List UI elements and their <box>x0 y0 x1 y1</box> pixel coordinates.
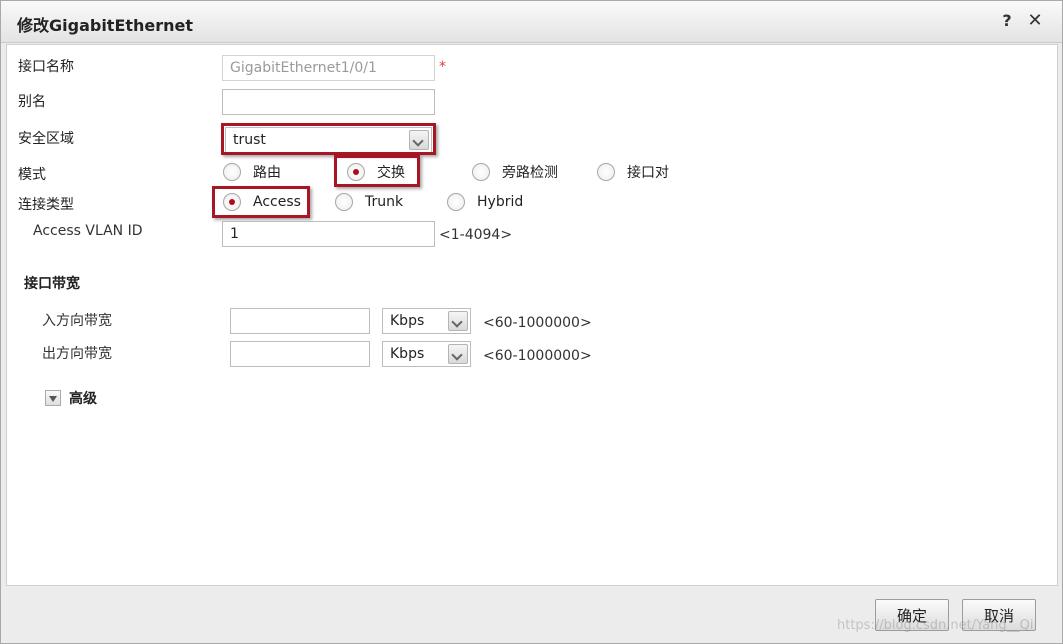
mode-switch-label: 交换 <box>377 165 405 181</box>
access-vlan-label: Access VLAN ID <box>33 223 143 239</box>
link-type-radio-hybrid[interactable]: Hybrid <box>447 192 523 212</box>
help-icon[interactable]: ? <box>997 11 1017 31</box>
inbound-bandwidth-field[interactable] <box>230 308 370 334</box>
radio-circle-icon <box>597 163 615 181</box>
mode-radio-pair[interactable]: 接口对 <box>597 162 669 182</box>
mode-label: 模式 <box>18 167 46 183</box>
radio-circle-icon <box>447 193 465 211</box>
security-zone-select[interactable]: trust <box>225 127 432 153</box>
radio-circle-icon <box>223 163 241 181</box>
access-vlan-field[interactable] <box>222 221 435 247</box>
mode-bypass-label: 旁路检测 <box>502 165 558 181</box>
inbound-unit-select[interactable]: Kbps <box>382 308 471 334</box>
expand-triangle-icon[interactable] <box>45 390 61 406</box>
edit-interface-dialog: 修改GigabitEthernet ? ✕ 接口名称 * 别名 安全区域 tru… <box>0 0 1063 644</box>
outbound-unit-value: Kbps <box>390 346 425 362</box>
outbound-bandwidth-label: 出方向带宽 <box>42 346 112 362</box>
mode-pair-label: 接口对 <box>627 165 669 181</box>
mode-route-label: 路由 <box>253 165 281 181</box>
dialog-content: 接口名称 * 别名 安全区域 trust 模式 路由 交换 旁路检测 接 <box>6 44 1058 586</box>
radio-checked-icon <box>347 163 365 181</box>
ok-button[interactable]: 确定 <box>875 599 949 631</box>
outbound-bandwidth-field[interactable] <box>230 341 370 367</box>
inbound-bandwidth-hint: <60-1000000> <box>483 315 592 331</box>
link-type-label: 连接类型 <box>18 197 74 213</box>
cancel-button[interactable]: 取消 <box>962 599 1036 631</box>
outbound-unit-select[interactable]: Kbps <box>382 341 471 367</box>
chevron-down-icon[interactable] <box>448 311 468 331</box>
link-type-hybrid-label: Hybrid <box>477 194 524 210</box>
security-zone-label: 安全区域 <box>18 131 74 147</box>
link-type-trunk-label: Trunk <box>365 194 404 210</box>
outbound-bandwidth-hint: <60-1000000> <box>483 348 592 364</box>
advanced-toggle[interactable]: 高级 <box>45 388 97 408</box>
interface-name-field[interactable] <box>222 55 435 81</box>
inbound-unit-value: Kbps <box>390 313 425 329</box>
chevron-down-icon[interactable] <box>409 130 429 150</box>
close-icon[interactable]: ✕ <box>1025 11 1045 31</box>
link-type-access-label: Access <box>253 194 301 210</box>
mode-radio-switch[interactable]: 交换 <box>347 162 405 182</box>
mode-radio-route[interactable]: 路由 <box>223 162 281 182</box>
dialog-titlebar: 修改GigabitEthernet ? ✕ <box>1 1 1062 43</box>
radio-circle-icon <box>472 163 490 181</box>
dialog-title: 修改GigabitEthernet <box>17 16 194 35</box>
security-zone-value: trust <box>233 132 266 148</box>
advanced-label: 高级 <box>69 391 97 407</box>
dialog-footer: 确定 取消 https://blog.csdn.net/Yang__Qi <box>1 588 1062 643</box>
chevron-down-icon[interactable] <box>448 344 468 364</box>
link-type-radio-access[interactable]: Access <box>223 192 301 212</box>
link-type-radio-trunk[interactable]: Trunk <box>335 192 403 212</box>
alias-label: 别名 <box>18 94 46 110</box>
alias-field[interactable] <box>222 89 435 115</box>
mode-radio-bypass[interactable]: 旁路检测 <box>472 162 558 182</box>
radio-circle-icon <box>335 193 353 211</box>
bandwidth-section-title: 接口带宽 <box>24 276 80 292</box>
access-vlan-hint: <1-4094> <box>439 227 513 243</box>
radio-checked-icon <box>223 193 241 211</box>
required-mark: * <box>439 59 446 75</box>
interface-name-label: 接口名称 <box>18 59 74 75</box>
inbound-bandwidth-label: 入方向带宽 <box>42 313 112 329</box>
